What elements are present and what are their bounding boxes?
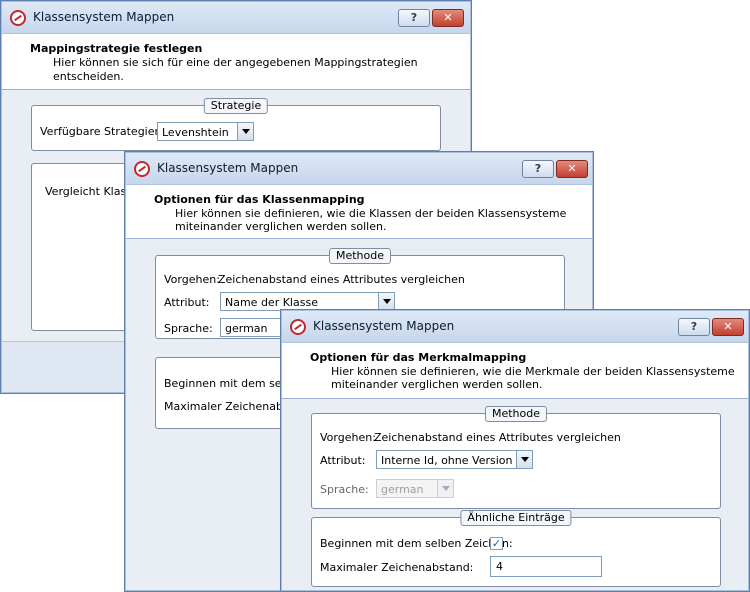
header-line2: miteinander verglichen werden sollen.: [175, 220, 387, 233]
group-legend: Ähnliche Einträge: [460, 510, 572, 526]
language-select[interactable]: german: [376, 479, 454, 498]
app-icon: [134, 161, 150, 177]
group-legend: Methode: [328, 248, 392, 264]
close-button[interactable]: ✕: [432, 9, 464, 27]
group-legend: Strategie: [203, 98, 269, 114]
chevron-down-icon[interactable]: [237, 123, 253, 140]
header-title: Mappingstrategie festlegen: [30, 42, 203, 55]
chevron-down-icon[interactable]: [437, 480, 453, 497]
attribute-value: Name der Klasse: [225, 296, 318, 309]
begin-same-char-checkbox[interactable]: ✓: [490, 537, 503, 550]
procedure-value: Zeichenabstand eines Attributes vergleic…: [218, 273, 465, 286]
wizard-header: Mappingstrategie festlegen Hier können s…: [2, 34, 470, 90]
strategy-value: Levenshtein: [162, 126, 229, 139]
attribute-label: Attribut:: [320, 454, 366, 467]
close-button[interactable]: ✕: [712, 318, 744, 336]
help-button[interactable]: ?: [522, 160, 554, 178]
procedure-label: Vorgehen:: [164, 273, 220, 286]
titlebar[interactable]: Klassensystem Mappen ? ✕: [2, 2, 470, 34]
attribute-value: Interne Id, ohne Version: [381, 454, 513, 467]
max-distance-value: 4: [496, 560, 503, 573]
method-group: Methode Vorgehen: Zeichenabstand eines A…: [311, 406, 721, 509]
window-title: Klassensystem Mappen: [313, 319, 455, 333]
header-subtitle: Hier können sie sich für eine der angege…: [53, 56, 418, 83]
app-icon: [10, 10, 26, 26]
wizard-header: Optionen für das Klassenmapping Hier kön…: [126, 185, 592, 239]
language-value: german: [381, 483, 424, 496]
language-label: Sprache:: [320, 483, 369, 496]
language-label: Sprache:: [164, 322, 213, 335]
procedure-label: Vorgehen:: [320, 431, 376, 444]
titlebar[interactable]: Klassensystem Mappen ? ✕: [282, 311, 748, 343]
header-line1: Hier können sie definieren, wie die Klas…: [175, 207, 567, 220]
help-button[interactable]: ?: [678, 318, 710, 336]
header-title: Optionen für das Klassenmapping: [154, 193, 365, 206]
language-value: german: [225, 322, 268, 335]
procedure-value: Zeichenabstand eines Attributes vergleic…: [374, 431, 621, 444]
strategies-label: Verfügbare Strategien:: [40, 125, 166, 138]
help-button[interactable]: ?: [398, 9, 430, 27]
chevron-down-icon[interactable]: [378, 293, 394, 310]
header-line1: Hier können sie definieren, wie die Merk…: [331, 365, 735, 378]
close-button[interactable]: ✕: [556, 160, 588, 178]
header-title: Optionen für das Merkmalmapping: [310, 351, 527, 364]
window-title: Klassensystem Mappen: [33, 10, 175, 24]
attribute-select[interactable]: Interne Id, ohne Version: [376, 450, 533, 469]
header-line2: miteinander verglichen werden sollen.: [331, 378, 543, 391]
titlebar[interactable]: Klassensystem Mappen ? ✕: [126, 153, 592, 185]
max-distance-input[interactable]: 4: [490, 556, 602, 577]
max-distance-label: Maximaler Zeichenabstand:: [320, 561, 474, 574]
strategy-group: Strategie Verfügbare Strategien: Levensh…: [31, 98, 441, 151]
attribute-label: Attribut:: [164, 296, 210, 309]
similar-entries-group: Ähnliche Einträge Beginnen mit dem selbe…: [311, 510, 721, 587]
begin-same-char-label: Beginnen mit dem selben Zeichen:: [320, 537, 513, 550]
app-icon: [290, 319, 306, 335]
group-legend: Methode: [484, 406, 548, 422]
strategy-select[interactable]: Levenshtein: [157, 122, 254, 141]
chevron-down-icon[interactable]: [516, 451, 532, 468]
window-title: Klassensystem Mappen: [157, 161, 299, 175]
window-feature-mapping: Klassensystem Mappen ? ✕ Optionen für da…: [280, 309, 750, 592]
wizard-header: Optionen für das Merkmalmapping Hier kön…: [282, 343, 748, 399]
